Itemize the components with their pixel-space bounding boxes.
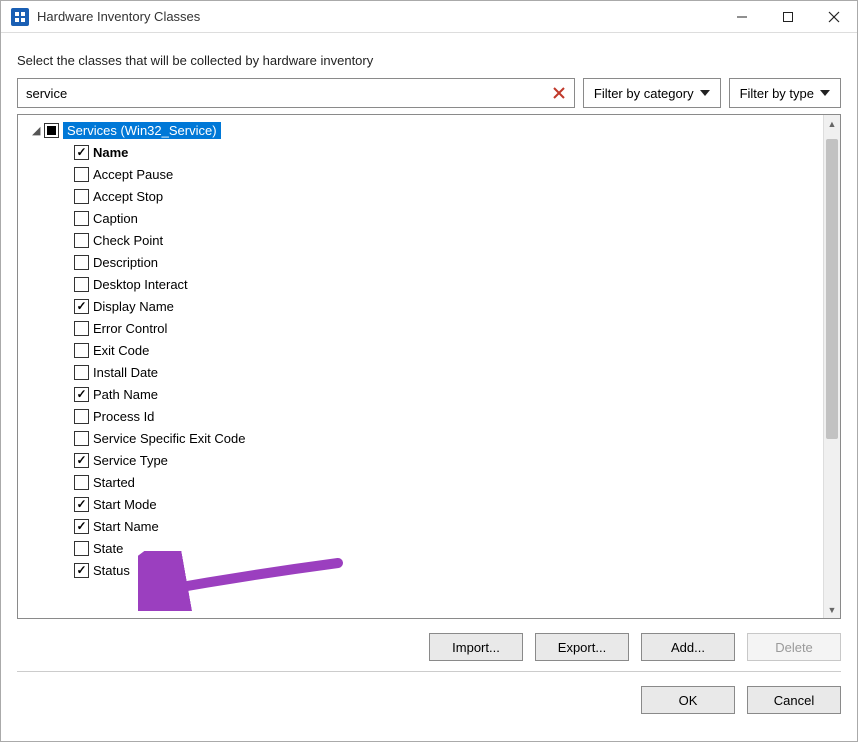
tree-item[interactable]: Service Type (18, 449, 823, 471)
item-label: Check Point (93, 233, 163, 248)
maximize-button[interactable] (765, 1, 811, 33)
minimize-icon (736, 11, 748, 23)
item-checkbox[interactable] (74, 541, 89, 556)
item-label: Started (93, 475, 135, 490)
item-label: Accept Pause (93, 167, 173, 182)
item-label: State (93, 541, 123, 556)
scroll-up-icon[interactable]: ▲ (824, 115, 840, 132)
item-checkbox[interactable] (74, 167, 89, 182)
close-button[interactable] (811, 1, 857, 33)
chevron-down-icon (820, 90, 830, 96)
tree-item[interactable]: Description (18, 251, 823, 273)
item-label: Desktop Interact (93, 277, 188, 292)
scroll-thumb[interactable] (826, 139, 838, 439)
tree-item[interactable]: Exit Code (18, 339, 823, 361)
add-button[interactable]: Add... (641, 633, 735, 661)
item-label: Status (93, 563, 130, 578)
item-checkbox[interactable] (74, 431, 89, 446)
tree-item[interactable]: Caption (18, 207, 823, 229)
tree-root-node[interactable]: ◢ Services (Win32_Service) (18, 119, 823, 141)
class-tree: ◢ Services (Win32_Service) Name Accept Pa… (17, 114, 841, 619)
item-label: Description (93, 255, 158, 270)
cancel-button[interactable]: Cancel (747, 686, 841, 714)
filter-category-label: Filter by category (594, 86, 694, 101)
item-checkbox[interactable] (74, 387, 89, 402)
item-checkbox[interactable] (74, 211, 89, 226)
item-checkbox[interactable] (74, 255, 89, 270)
tree-item[interactable]: Check Point (18, 229, 823, 251)
maximize-icon (782, 11, 794, 23)
tree-item[interactable]: Start Name (18, 515, 823, 537)
tree-item[interactable]: Status (18, 559, 823, 581)
tree-item[interactable]: Display Name (18, 295, 823, 317)
item-checkbox[interactable] (74, 453, 89, 468)
close-icon (828, 11, 840, 23)
tree-item[interactable]: Accept Pause (18, 163, 823, 185)
tree-item[interactable]: Process Id (18, 405, 823, 427)
item-label: Start Mode (93, 497, 157, 512)
search-box[interactable] (17, 78, 575, 108)
tree-item[interactable]: Install Date (18, 361, 823, 383)
root-checkbox[interactable] (44, 123, 59, 138)
action-button-row: Import... Export... Add... Delete (17, 619, 841, 672)
scrollbar[interactable]: ▲ ▼ (823, 115, 840, 618)
delete-button: Delete (747, 633, 841, 661)
item-checkbox[interactable] (74, 519, 89, 534)
item-label: Start Name (93, 519, 159, 534)
import-button[interactable]: Import... (429, 633, 523, 661)
tree-item[interactable]: Service Specific Exit Code (18, 427, 823, 449)
item-checkbox[interactable] (74, 145, 89, 160)
tree-item[interactable]: State (18, 537, 823, 559)
tree-item[interactable]: Desktop Interact (18, 273, 823, 295)
item-checkbox[interactable] (74, 475, 89, 490)
item-label: Error Control (93, 321, 167, 336)
toolbar: Filter by category Filter by type (17, 78, 841, 108)
item-label: Install Date (93, 365, 158, 380)
item-checkbox[interactable] (74, 365, 89, 380)
expander-icon[interactable]: ◢ (32, 124, 44, 137)
item-label: Process Id (93, 409, 154, 424)
item-checkbox[interactable] (74, 563, 89, 578)
item-label: Caption (93, 211, 138, 226)
window-title: Hardware Inventory Classes (37, 9, 200, 24)
item-label: Accept Stop (93, 189, 163, 204)
item-label: Name (93, 145, 128, 160)
minimize-button[interactable] (719, 1, 765, 33)
filter-type-label: Filter by type (740, 86, 814, 101)
item-checkbox[interactable] (74, 409, 89, 424)
export-button[interactable]: Export... (535, 633, 629, 661)
item-label: Display Name (93, 299, 174, 314)
filter-category-dropdown[interactable]: Filter by category (583, 78, 721, 108)
tree-item[interactable]: Start Mode (18, 493, 823, 515)
clear-search-button[interactable] (550, 84, 568, 102)
tree-item[interactable]: Started (18, 471, 823, 493)
app-icon (11, 8, 29, 26)
tree-item[interactable]: Error Control (18, 317, 823, 339)
search-input[interactable] (26, 86, 550, 101)
scroll-down-icon[interactable]: ▼ (824, 601, 840, 618)
chevron-down-icon (700, 90, 710, 96)
item-checkbox[interactable] (74, 299, 89, 314)
item-label: Exit Code (93, 343, 149, 358)
tree-item[interactable]: Path Name (18, 383, 823, 405)
titlebar: Hardware Inventory Classes (1, 1, 857, 33)
item-label: Path Name (93, 387, 158, 402)
clear-x-icon (552, 86, 566, 100)
item-checkbox[interactable] (74, 277, 89, 292)
instruction-text: Select the classes that will be collecte… (17, 53, 841, 68)
tree-item[interactable]: Name (18, 141, 823, 163)
filter-type-dropdown[interactable]: Filter by type (729, 78, 841, 108)
item-checkbox[interactable] (74, 189, 89, 204)
item-checkbox[interactable] (74, 343, 89, 358)
item-checkbox[interactable] (74, 233, 89, 248)
item-checkbox[interactable] (74, 321, 89, 336)
dialog-button-row: OK Cancel (17, 672, 841, 714)
tree-item[interactable]: Accept Stop (18, 185, 823, 207)
root-label: Services (Win32_Service) (63, 122, 221, 139)
item-checkbox[interactable] (74, 497, 89, 512)
ok-button[interactable]: OK (641, 686, 735, 714)
item-label: Service Specific Exit Code (93, 431, 245, 446)
item-label: Service Type (93, 453, 168, 468)
